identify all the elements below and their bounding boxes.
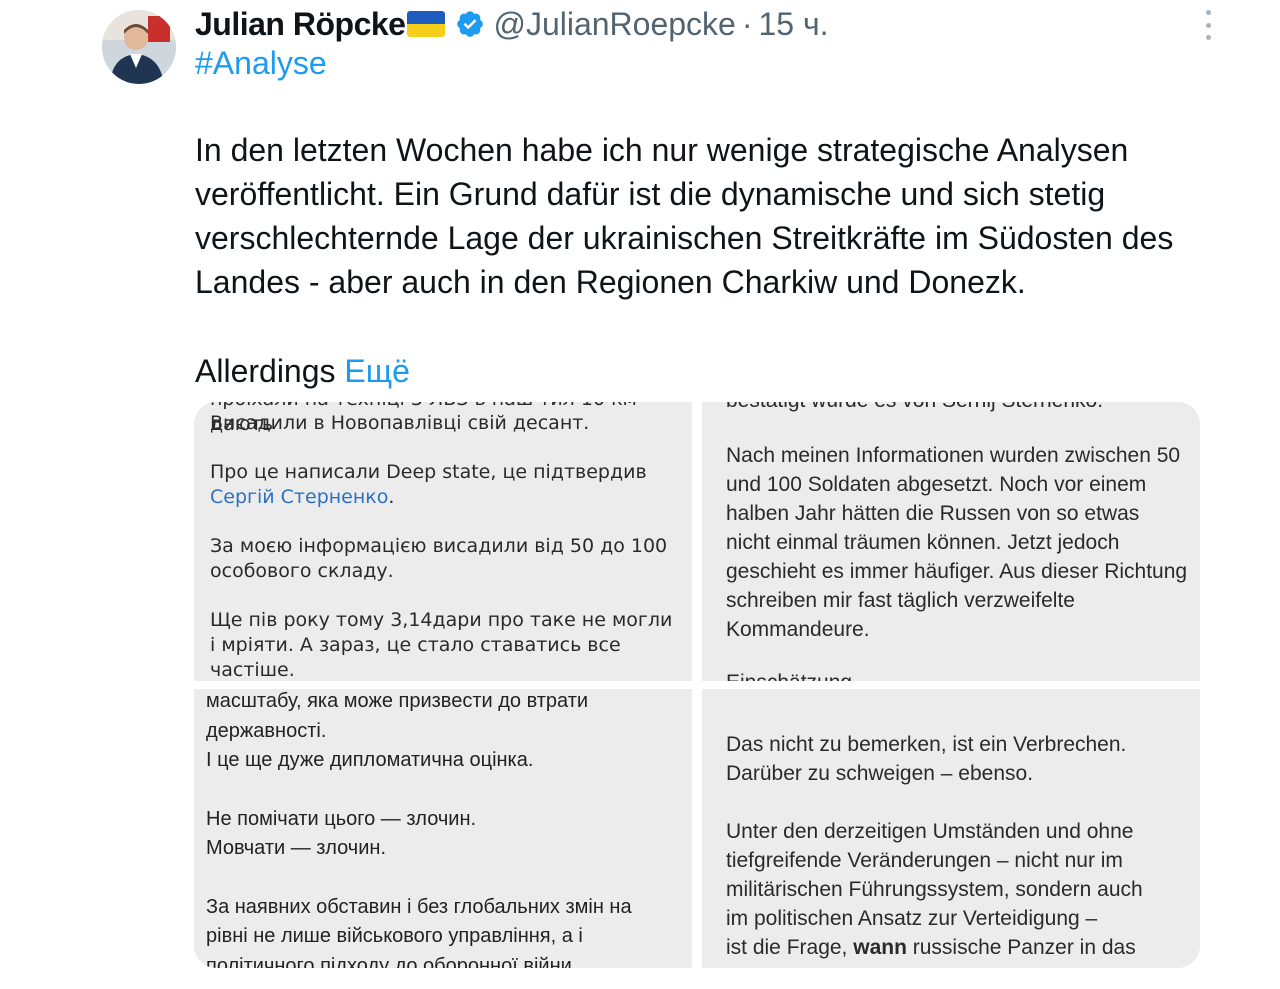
ukraine-flag-icon	[407, 11, 446, 37]
image-text-line: militärischen Führungssystem, sondern au…	[726, 878, 1143, 901]
continuation-text: Allerdings	[195, 353, 336, 389]
image-text-line: Ще пів року тому 3,14дари про таке не мо…	[210, 609, 673, 681]
media-grid: проїхали на техніці 3 ЛБЗ в наш тил 10 к…	[194, 402, 1200, 968]
avatar[interactable]	[102, 10, 176, 84]
timestamp[interactable]: 15 ч.	[759, 2, 829, 46]
more-dot-icon	[1205, 35, 1211, 40]
image-text-block: Висадили в Новопавлівці свій десант. Про…	[210, 411, 680, 681]
image-text-line: Das nicht zu bemerken, ist ein Verbreche…	[726, 733, 1127, 756]
image-text-line: bestätigt wurde es von Serhij Sternenko.	[726, 402, 1188, 415]
image-text-line: Мовчати — злочин.	[206, 837, 386, 859]
image-text-line: Висадили в Новопавлівці свій десант.	[210, 412, 590, 434]
image-text-line: Про це написали Deep state, це підтверди…	[210, 461, 647, 508]
image-text-block: Das nicht zu bemerken, ist ein Verbreche…	[726, 730, 1188, 962]
image-text-line: Не помічати цього — злочин.	[206, 807, 477, 830]
image-text-line: Unter den derzeitigen Umständen und ohne	[726, 820, 1134, 843]
display-name[interactable]: Julian Röpcke	[195, 2, 406, 46]
more-dot-icon	[1205, 22, 1211, 28]
tweet-text: In den letzten Wochen habe ich nur wenig…	[195, 128, 1205, 304]
image-text-line: За наявних обставин і без глобальних змі…	[206, 895, 632, 918]
image-text-line: Einschätzung.	[726, 668, 1188, 681]
image-text-line: державності.	[206, 719, 327, 742]
image-text-block: Nach meinen Informationen wurden zwische…	[726, 441, 1188, 644]
show-more-link[interactable]: Ещё	[344, 353, 409, 389]
hashtag-link[interactable]: #Analyse	[195, 42, 327, 84]
image-text-line: ist die Frage, wann russische Panzer in …	[726, 936, 1136, 959]
image-text-line: Nach meinen Informationen wurden zwische…	[726, 444, 1188, 641]
media-image-4[interactable]: Das nicht zu bemerken, ist ein Verbreche…	[702, 689, 1200, 968]
media-image-3[interactable]: масштабу, яка може призвести до втрати д…	[194, 689, 692, 968]
image-text-line: рівні не лише військового управління, а …	[206, 925, 583, 947]
tweet-paragraph: In den letzten Wochen habe ich nur wenig…	[195, 132, 1174, 300]
image-text-line: політичного підходу до оборонної війни	[206, 954, 572, 969]
image-text-line: tiefgreifende Veränderungen – nicht nur …	[726, 849, 1123, 872]
image-text-line: І це ще дуже дипломатична оцінка.	[206, 749, 534, 771]
image-text-line: За моєю інформацією висадили від 50 до 1…	[210, 535, 668, 582]
media-image-1[interactable]: проїхали на техніці 3 ЛБЗ в наш тил 10 к…	[194, 402, 692, 681]
image-link-text: Сергій Стерненко	[210, 486, 389, 508]
more-options-button[interactable]	[1196, 8, 1220, 42]
author-handle[interactable]: @JulianRoepcke	[493, 2, 735, 46]
media-image-2[interactable]: bestätigt wurde es von Serhij Sternenko.…	[702, 402, 1200, 681]
more-dot-icon	[1205, 10, 1211, 15]
tweet-continuation: Allerdings Ещё	[195, 349, 410, 393]
tweet[interactable]: Julian Röpcke @JulianRoepcke · 15 ч. #An…	[0, 0, 1280, 989]
tweet-header: Julian Röpcke @JulianRoepcke · 15 ч.	[195, 2, 829, 46]
image-text-line: Darüber zu schweigen – ebenso.	[726, 762, 1034, 785]
separator-dot: ·	[741, 6, 753, 42]
avatar-image	[102, 10, 176, 84]
image-text-block: масштабу, яка може призвести до втрати д…	[206, 689, 680, 968]
verified-badge-icon	[457, 11, 484, 37]
image-text-line: масштабу, яка може призвести до втрати	[206, 690, 589, 712]
image-text-line: im politischen Ansatz zur Verteidigung –	[726, 907, 1098, 930]
